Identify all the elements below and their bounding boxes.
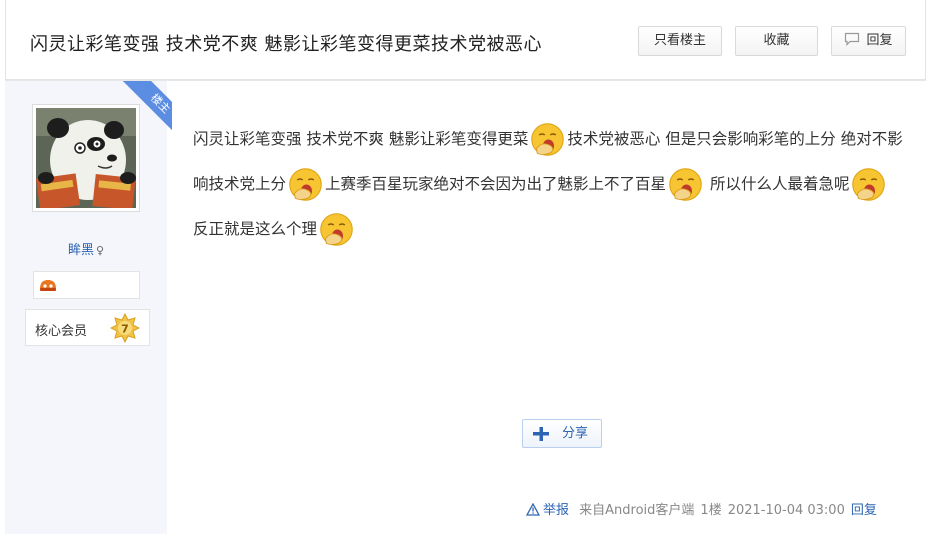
yawn-emoji-icon — [669, 168, 702, 201]
report-link[interactable]: 举报 — [526, 502, 573, 518]
post-text: 反正就是这么个理 — [193, 220, 318, 238]
favorite-button[interactable]: 收藏 — [735, 26, 818, 56]
gender-icon: ♀ — [95, 244, 105, 257]
post-text: 上赛季百星玩家绝对不会因为出了魅影上不了百星 — [325, 175, 667, 193]
reply-button[interactable]: 回复 — [831, 26, 906, 56]
post-timestamp: 2021-10-04 03:00 — [727, 503, 845, 518]
floor-number: 1楼 — [700, 503, 722, 518]
share-button[interactable]: 分享 — [522, 419, 602, 448]
thread-header: 闪灵让彩笔变强 技术党不爽 魅影让彩笔变得更菜技术党被恶心 只看楼主 收藏 回复 — [5, 0, 926, 80]
footer-reply-link[interactable]: 回复 — [851, 503, 877, 518]
badge-box — [33, 271, 140, 299]
post-footer: 举报 来自Android客户端 1楼 2021-10-04 03:00 回复 — [526, 499, 877, 518]
reply-button-label: 回复 — [866, 33, 893, 48]
only-op-button[interactable]: 只看楼主 — [638, 26, 722, 56]
member-level-number: 7 — [121, 323, 129, 336]
author-username-row: 眸黑 ♀ — [5, 239, 167, 258]
level-star-icon[interactable]: 7 — [110, 313, 140, 343]
post-content: 闪灵让彩笔变强 技术党不爽 魅影让彩笔变得更菜 技术党被恶心 但是只会影响彩笔的上… — [193, 117, 905, 252]
badge-icon[interactable] — [38, 277, 58, 293]
yawn-emoji-icon — [320, 213, 353, 246]
post-text: 闪灵让彩笔变强 技术党不爽 魅影让彩笔变得更菜 — [193, 130, 529, 148]
comment-icon — [845, 32, 860, 46]
yawn-emoji-icon — [531, 123, 565, 156]
member-level-label: 核心会员 — [35, 324, 88, 339]
member-level-box: 核心会员 7 — [25, 309, 150, 346]
report-label: 举报 — [543, 503, 570, 518]
post-source: 来自Android客户端 — [579, 503, 695, 518]
post-text: 所以什么人最着急呢 — [705, 175, 850, 193]
share-label: 分享 — [562, 426, 589, 441]
avatar-frame[interactable] — [32, 104, 140, 212]
author-username[interactable]: 眸黑 — [68, 243, 94, 258]
yawn-emoji-icon — [852, 168, 886, 201]
warning-icon — [526, 502, 540, 516]
yawn-emoji-icon — [289, 168, 322, 201]
avatar[interactable] — [36, 108, 136, 208]
avatar-panda-image — [36, 108, 136, 208]
thread-title: 闪灵让彩笔变强 技术党不爽 魅影让彩笔变得更菜技术党被恶心 — [30, 34, 542, 55]
author-sidebar: 楼主 眸黑 ♀ 核心会员 7 — [5, 81, 172, 534]
share-plus-icon — [533, 427, 549, 441]
